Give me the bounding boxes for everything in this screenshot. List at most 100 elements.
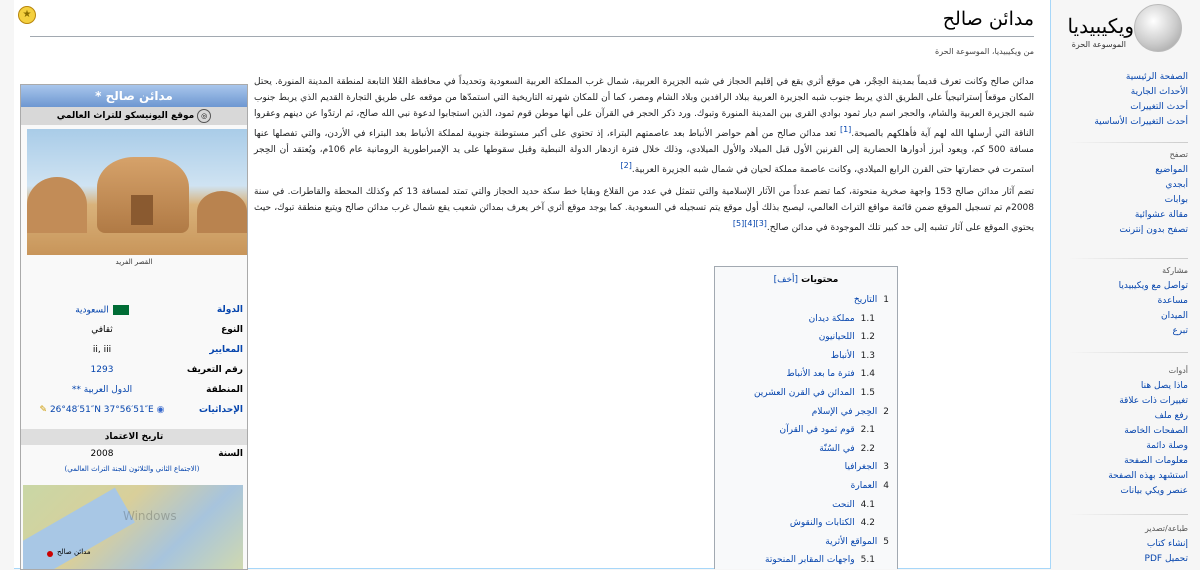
participate-donate[interactable]: تبرع — [1172, 326, 1188, 336]
location-map[interactable]: مدائن صالح Windows — [23, 485, 243, 569]
nav-recent-major-changes[interactable]: أحدث التغييرات الأساسية — [1094, 117, 1188, 127]
tools-cite-page[interactable]: استشهد بهذه الصفحة — [1108, 471, 1188, 481]
toc-link[interactable]: التاريخ — [854, 295, 877, 305]
tools-special-pages[interactable]: الصفحات الخاصة — [1124, 426, 1188, 436]
toc-link[interactable]: المواقع الأثرية — [825, 537, 877, 547]
toc-link[interactable]: فترة ما بعد الأنباط — [786, 369, 854, 379]
title-divider — [30, 36, 1034, 37]
toc-item[interactable]: 4.2 الكتابات والنقوش — [715, 514, 889, 533]
photo-caption: القصر الفريد — [115, 258, 153, 266]
infobox-photo[interactable] — [27, 129, 247, 255]
nav-current-events[interactable]: الأحداث الجارية — [1131, 87, 1188, 97]
toc-number: 4.1 — [860, 499, 875, 510]
toc-number: 2.1 — [860, 425, 875, 436]
infobox: مدائن صالح * ◎موقع اليونيسكو للتراث العا… — [20, 84, 248, 570]
toc-link[interactable]: الحِجر في الإسلام — [812, 407, 877, 417]
toc-link[interactable]: مملكة ديدان — [809, 314, 855, 324]
tools-heading: أدوات — [1168, 366, 1188, 375]
print-download-pdf[interactable]: تحميل PDF — [1145, 554, 1188, 564]
toc-item[interactable]: 4.1 النحت — [715, 496, 889, 515]
toc-link[interactable]: اللحيانيون — [819, 332, 855, 342]
toc-number: 5 — [883, 536, 889, 547]
print-portal: طباعة/تصدير إنشاء كتاب تحميل PDF — [1058, 524, 1188, 569]
toc-link[interactable]: قوم ثمود في القرآن — [780, 425, 855, 435]
ref-2[interactable]: [2] — [621, 161, 632, 170]
toc-toggle[interactable]: [أخف] — [774, 275, 798, 285]
map-label: مدائن صالح — [57, 548, 91, 556]
toc-item[interactable]: 1.1 مملكة ديدان — [715, 310, 889, 329]
toc-item[interactable]: 5.1 واجهات المقابر المنحوتة — [715, 551, 889, 570]
ref-5[interactable]: [5] — [733, 219, 744, 228]
featured-star-icon: ★ — [18, 6, 36, 24]
toc-number: 1.3 — [860, 350, 875, 361]
toc-number: 2 — [883, 406, 889, 417]
toc-item[interactable]: 1.5 المدائن في القرن العشرين — [715, 384, 889, 403]
browse-portal: تصفح المواضيع أبجدي بوابات مقالة عشوائية… — [1058, 150, 1188, 240]
toc-item[interactable]: 1 التاريخ — [715, 291, 889, 310]
toc-item[interactable]: 2.2 في السُنّة — [715, 440, 889, 459]
toc-link[interactable]: المدائن في القرن العشرين — [754, 388, 855, 398]
browse-heading: تصفح — [1169, 150, 1188, 159]
toc-number: 4 — [883, 480, 889, 491]
row-country: الدولة السعودية — [75, 305, 243, 316]
toc-list: 1 التاريخ 1.1 مملكة ديدان 1.2 اللحيانيون 1.3 ال… — [715, 291, 897, 570]
logo-tagline: الموسوعة الحرة — [1071, 40, 1126, 49]
sidebar: ويكيبيديا الموسوعة الحرة الصفحة الرئيسية… — [1050, 0, 1200, 568]
browse-portals[interactable]: بوابات — [1165, 195, 1188, 205]
inscription-section-title: تاريخ الاعتماد — [21, 429, 247, 445]
map-watermark: Windows — [123, 509, 177, 523]
toc-item[interactable]: 5 المواقع الأثرية — [715, 533, 889, 552]
globe-icon — [1134, 4, 1182, 52]
toc-link[interactable]: العمارة — [851, 481, 878, 491]
wikipedia-logo[interactable]: ويكيبيديا الموسوعة الحرة — [1052, 4, 1182, 64]
toc-number: 2.2 — [860, 443, 875, 454]
browse-topics[interactable]: المواضيع — [1155, 165, 1188, 175]
toc-item[interactable]: 4 العمارة — [715, 477, 889, 496]
toc-item[interactable]: 2 الحِجر في الإسلام — [715, 403, 889, 422]
toc-item[interactable]: 3 الجغرافيا — [715, 458, 889, 477]
intro-paragraph: مدائن صالح وكانت تعرف قديماً بمدينة الحِ… — [254, 77, 1034, 175]
row-session: (الاجتماع الثاني والثلاثون للجنة التراث … — [64, 465, 200, 473]
print-create-book[interactable]: إنشاء كتاب — [1147, 539, 1188, 549]
participate-village-pump[interactable]: الميدان — [1161, 311, 1188, 321]
nav-main-page[interactable]: الصفحة الرئيسية — [1126, 72, 1188, 82]
toc-item[interactable]: 1.4 فترة ما بعد الأنباط — [715, 365, 889, 384]
toc-link[interactable]: النحت — [832, 500, 855, 510]
table-of-contents: محتويات [أخف] 1 التاريخ 1.1 مملكة ديدان 1.2 ا… — [714, 266, 898, 569]
toc-link[interactable]: الأنباط — [831, 351, 855, 361]
toc-link[interactable]: واجهات المقابر المنحوتة — [765, 555, 855, 565]
tools-wikidata-item[interactable]: عنصر ويكي بيانات — [1120, 486, 1188, 496]
participate-help[interactable]: مساعدة — [1158, 296, 1188, 306]
pencil-icon[interactable]: ✎ — [40, 405, 48, 415]
browse-random[interactable]: مقالة عشوائية — [1135, 210, 1188, 220]
article-body: مدائن صالح وكانت تعرف قديماً بمدينة الحِ… — [254, 74, 1034, 242]
tools-page-info[interactable]: معلومات الصفحة — [1124, 456, 1188, 466]
ref-1[interactable]: [1] — [840, 125, 851, 134]
row-criteria: المعايير ii, iii — [92, 345, 243, 355]
toc-number: 1.5 — [860, 387, 875, 398]
toc-item[interactable]: 1.3 الأنباط — [715, 347, 889, 366]
toc-link[interactable]: الجغرافيا — [845, 462, 878, 472]
content-area: ★ مدائن صالح من ويكيبيديا، الموسوعة الحر… — [14, 0, 1051, 570]
infobox-subtitle[interactable]: ◎موقع اليونيسكو للتراث العالمي — [21, 107, 247, 125]
row-reference: رقم التعريف 1293 — [90, 365, 243, 375]
toc-link[interactable]: الكتابات والنقوش — [790, 518, 855, 528]
toc-number: 1 — [883, 295, 889, 305]
participate-contact[interactable]: تواصل مع ويكيبيديا — [1119, 281, 1188, 291]
print-heading: طباعة/تصدير — [1145, 524, 1188, 533]
tools-permanent-link[interactable]: وصلة دائمة — [1146, 441, 1188, 451]
tools-upload-file[interactable]: رفع ملف — [1155, 411, 1188, 421]
page-title: مدائن صالح — [942, 8, 1034, 30]
toc-item[interactable]: 1.2 اللحيانيون — [715, 328, 889, 347]
ref-3[interactable]: [3] — [756, 219, 767, 228]
globe-small-icon[interactable]: ◉ — [157, 405, 165, 415]
toc-item[interactable]: 2.1 قوم ثمود في القرآن — [715, 421, 889, 440]
nav-recent-changes[interactable]: أحدث التغييرات — [1130, 102, 1188, 112]
tools-what-links-here[interactable]: ماذا يصل هنا — [1141, 381, 1188, 391]
browse-alphabetical[interactable]: أبجدي — [1165, 180, 1188, 190]
browse-offline[interactable]: تصفح بدون إنترنت — [1119, 225, 1188, 235]
tools-related-changes[interactable]: تغييرات ذات علاقة — [1119, 396, 1188, 406]
ref-4[interactable]: [4] — [744, 219, 755, 228]
toc-link[interactable]: في السُنّة — [819, 444, 854, 454]
nav-portal: الصفحة الرئيسية الأحداث الجارية أحدث الت… — [1058, 72, 1188, 132]
